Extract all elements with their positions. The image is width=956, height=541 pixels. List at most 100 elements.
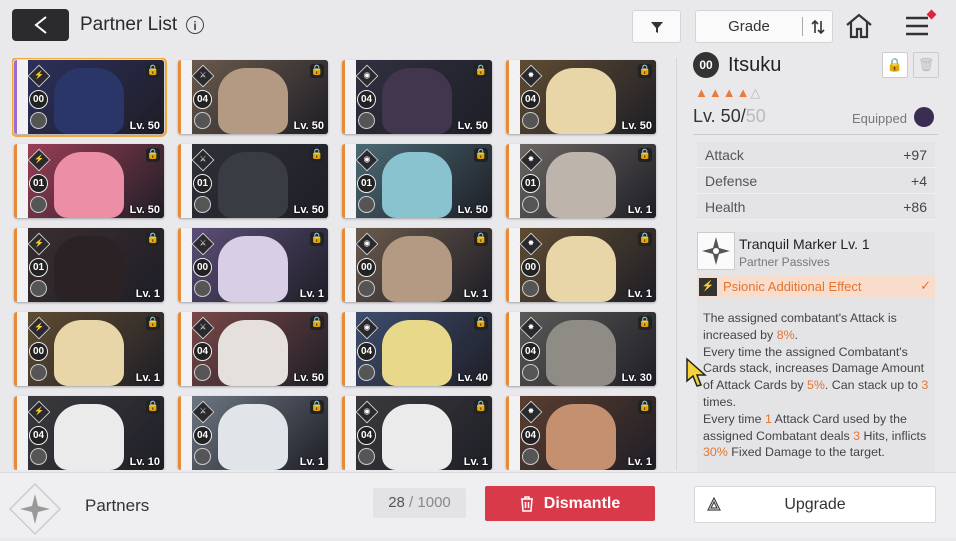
grade-separator	[802, 17, 803, 36]
home-icon[interactable]	[844, 12, 874, 40]
partner-card[interactable]: ✸ 00 🔒 Lv. 1	[506, 228, 656, 302]
dismantle-button[interactable]: Dismantle	[485, 486, 655, 521]
card-level: Lv. 1	[299, 288, 324, 300]
equipped-avatar[interactable]	[914, 107, 934, 127]
lock-button[interactable]: 🔒	[882, 52, 908, 78]
upgrade-button[interactable]: Upgrade	[694, 486, 936, 523]
equipped-avatar	[522, 280, 539, 297]
rarity-bar	[178, 60, 181, 134]
card-level: Lv. 50	[129, 120, 160, 132]
filter-button[interactable]	[632, 10, 681, 43]
rarity-bar	[506, 144, 509, 218]
card-level: Lv. 1	[627, 456, 652, 468]
equipped-avatar	[30, 280, 47, 297]
trash-button[interactable]: 🗑	[913, 52, 939, 78]
description-text: Hits, inflicts	[860, 428, 927, 443]
passive-icon[interactable]	[697, 232, 735, 270]
partner-portrait	[218, 68, 288, 134]
lock-icon[interactable]: 🔒	[310, 148, 324, 162]
filter-icon	[650, 21, 663, 33]
lock-icon[interactable]: 🔒	[310, 400, 324, 414]
partner-card[interactable]: ✸ 04 🔒 Lv. 50	[506, 60, 656, 134]
partner-number: 04	[29, 426, 48, 445]
partner-number: 01	[357, 174, 376, 193]
partner-number: 00	[357, 258, 376, 277]
lock-icon[interactable]: 🔒	[310, 232, 324, 246]
lock-icon[interactable]: 🔒	[474, 400, 488, 414]
psionic-effect-row[interactable]: ⚡ Psionic Additional Effect ✓	[697, 276, 935, 298]
back-button[interactable]	[12, 9, 69, 41]
partner-card[interactable]: ⚔ 04 🔒 Lv. 1	[178, 396, 328, 470]
partner-portrait	[54, 404, 124, 470]
card-level: Lv. 50	[293, 120, 324, 132]
equipped-avatar	[194, 364, 211, 381]
rarity-bar	[506, 312, 509, 386]
stat-value: +97	[903, 147, 927, 163]
menu-icon[interactable]	[904, 9, 937, 38]
partner-card[interactable]: ✸ 01 🔒 Lv. 1	[506, 144, 656, 218]
partner-card[interactable]: ⚔ 04 🔒 Lv. 50	[178, 60, 328, 134]
partner-card[interactable]: ⚡ 04 🔒 Lv. 10	[14, 396, 164, 470]
lock-icon[interactable]: 🔒	[146, 400, 160, 414]
equipped-avatar	[522, 112, 539, 129]
partner-portrait	[218, 320, 288, 386]
lock-icon[interactable]: 🔒	[146, 316, 160, 330]
partner-card[interactable]: ⚡ 00 🔒 Lv. 50	[12, 58, 167, 137]
partner-card[interactable]: ⚡ 00 🔒 Lv. 1	[14, 312, 164, 386]
stat-value: +4	[911, 173, 927, 189]
lock-icon[interactable]: 🔒	[638, 316, 652, 330]
partner-number: 00	[521, 258, 540, 277]
stat-value: +86	[903, 199, 927, 215]
lock-icon[interactable]: 🔒	[638, 148, 652, 162]
equipped-avatar	[358, 112, 375, 129]
equipped-avatar	[30, 364, 47, 381]
partner-card[interactable]: ⚔ 01 🔒 Lv. 50	[178, 144, 328, 218]
partner-portrait	[546, 68, 616, 134]
sort-order-icon[interactable]	[804, 11, 832, 42]
card-level: Lv. 1	[463, 288, 488, 300]
partner-card[interactable]: ◉ 04 🔒 Lv. 50	[342, 60, 492, 134]
lock-icon[interactable]: 🔒	[310, 64, 324, 78]
partner-card[interactable]: ◉ 01 🔒 Lv. 50	[342, 144, 492, 218]
divider-line	[693, 134, 938, 135]
rarity-bar	[342, 396, 345, 470]
partner-card[interactable]: ◉ 00 🔒 Lv. 1	[342, 228, 492, 302]
lock-icon[interactable]: 🔒	[474, 232, 488, 246]
equipped-avatar	[522, 196, 539, 213]
highlight-value: 5%	[807, 378, 825, 393]
card-level: Lv. 40	[457, 372, 488, 384]
partner-card[interactable]: ⚡ 01 🔒 Lv. 50	[14, 144, 164, 218]
partner-number: 04	[193, 426, 212, 445]
partner-card[interactable]: ⚡ 01 🔒 Lv. 1	[14, 228, 164, 302]
partner-portrait	[546, 236, 616, 302]
passive-name: Tranquil Marker Lv. 1	[739, 236, 870, 252]
partner-portrait	[218, 152, 288, 218]
grade-sort-button[interactable]: Grade	[695, 10, 833, 43]
lock-icon[interactable]: 🔒	[638, 64, 652, 78]
rarity-bar	[342, 228, 345, 302]
partner-card[interactable]: ⚔ 04 🔒 Lv. 50	[178, 312, 328, 386]
lock-icon[interactable]: 🔒	[146, 232, 160, 246]
card-level: Lv. 1	[299, 456, 324, 468]
partner-card[interactable]: ✸ 04 🔒 Lv. 30	[506, 312, 656, 386]
partner-card[interactable]: ◉ 04 🔒 Lv. 40	[342, 312, 492, 386]
partner-card[interactable]: ⚔ 00 🔒 Lv. 1	[178, 228, 328, 302]
lock-icon[interactable]: 🔒	[474, 316, 488, 330]
equipped-avatar	[358, 448, 375, 465]
lock-icon[interactable]: 🔒	[146, 148, 160, 162]
lock-icon[interactable]: 🔒	[638, 232, 652, 246]
lock-icon[interactable]: 🔒	[638, 400, 652, 414]
lock-icon[interactable]: 🔒	[146, 64, 160, 78]
lock-icon[interactable]: 🔒	[474, 64, 488, 78]
partner-card[interactable]: ✸ 04 🔒 Lv. 1	[506, 396, 656, 470]
partner-number: 04	[357, 426, 376, 445]
partner-card[interactable]: ◉ 04 🔒 Lv. 1	[342, 396, 492, 470]
passive-section: Tranquil Marker Lv. 1 Partner Passives ⚡…	[697, 232, 935, 472]
rarity-bar	[178, 228, 181, 302]
lock-icon[interactable]: 🔒	[310, 316, 324, 330]
partner-number: 00	[193, 258, 212, 277]
partner-portrait	[546, 152, 616, 218]
info-icon[interactable]: i	[186, 16, 204, 34]
partner-count: 28 / 1000	[373, 488, 466, 518]
lock-icon[interactable]: 🔒	[474, 148, 488, 162]
